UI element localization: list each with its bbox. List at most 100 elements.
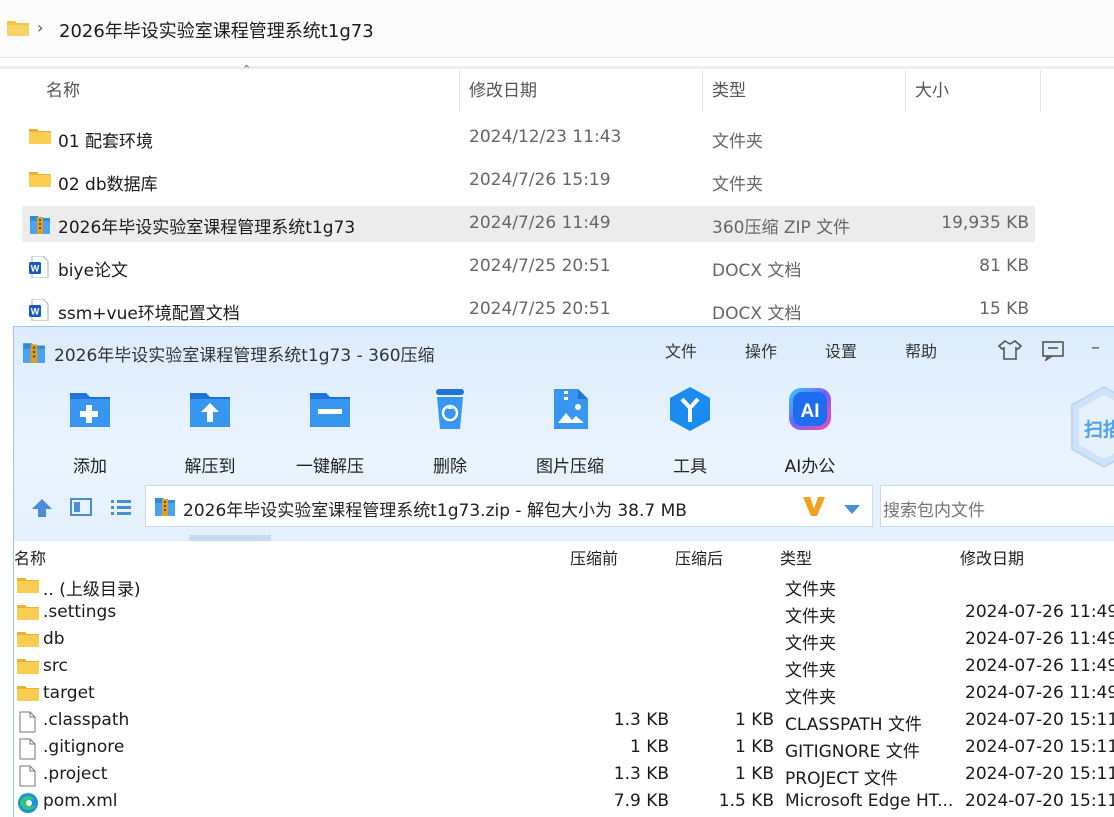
file-date: 2024/12/23 11:43 [469, 127, 622, 147]
file-type: 文件夹 [712, 132, 763, 152]
item-name: .settings [43, 602, 117, 622]
item-type: 文件夹 [785, 661, 836, 681]
up-arrow-icon[interactable] [30, 497, 54, 523]
item-size-after: 1 KB [734, 737, 774, 757]
menu-help[interactable]: 帮助 [905, 338, 937, 362]
list-item[interactable]: .project 1.3 KB 1 KB PROJECT 文件 2024-07-… [14, 762, 1114, 789]
file-row-selected[interactable]: 2026年毕设实验室课程管理系统t1g73 2024/7/26 11:49 36… [22, 206, 1035, 242]
folder-icon [17, 657, 39, 680]
file-row[interactable]: W ssm+vue环境配置文档 2024/7/25 20:51 DOCX 文档 … [22, 292, 1035, 328]
item-type: GITIGNORE 文件 [785, 742, 920, 762]
list-view-icon[interactable] [110, 497, 132, 521]
file-row[interactable]: W biye论文 2024/7/25 20:51 DOCX 文档 81 KB [22, 249, 1035, 285]
list-item[interactable]: .classpath 1.3 KB 1 KB CLASSPATH 文件 2024… [14, 708, 1114, 735]
tool-label: 删除 [433, 457, 467, 477]
explorer-column-header: 名称 修改日期 类型 大小 [0, 70, 1114, 112]
column-header-date[interactable]: 修改日期 [469, 70, 537, 112]
list-item[interactable]: .settings 文件夹 2024-07-26 11:49 [14, 600, 1114, 627]
column-header-size[interactable]: 大小 [915, 70, 949, 112]
chevron-down-icon[interactable] [843, 501, 861, 520]
list-item[interactable]: pom.xml 7.9 KB 1.5 KB Microsoft Edge HT.… [14, 789, 1114, 816]
folder-icon [17, 630, 39, 653]
add-icon [66, 385, 114, 433]
chevron-right-icon[interactable]: › [37, 18, 43, 37]
file-date: 2024/7/25 20:51 [469, 299, 611, 319]
column-header-after[interactable]: 压缩后 [675, 545, 723, 569]
folder-icon [29, 127, 51, 150]
zip-file-list: 名称 压缩前 压缩后 类型 修改日期 .. (上级目录) 文件夹 .settin… [14, 541, 1114, 817]
tool-label: AI办公 [784, 457, 836, 477]
menu-file[interactable]: 文件 [665, 338, 697, 362]
folder-icon [17, 684, 39, 707]
zip-toolbar-area: 2026年毕设实验室课程管理系统t1g73 - 360压缩 文件 操作 设置 帮… [14, 327, 1114, 541]
column-header-modified[interactable]: 修改日期 [960, 545, 1024, 569]
file-type: DOCX 文档 [712, 304, 802, 324]
file-size: 81 KB [979, 256, 1029, 276]
column-header-name[interactable]: 名称 [14, 545, 46, 569]
minimize-icon[interactable]: – [1091, 337, 1100, 358]
divider [0, 66, 1114, 69]
delete-icon [426, 385, 474, 433]
window-title: 2026年毕设实验室课程管理系统t1g73 - 360压缩 [54, 346, 435, 366]
menu-settings[interactable]: 设置 [825, 338, 857, 362]
file-name: ssm+vue环境配置文档 [58, 304, 240, 324]
menu-operation[interactable]: 操作 [745, 338, 777, 362]
column-header-name[interactable]: 名称 [46, 70, 80, 112]
file-row[interactable]: 02 db数据库 2024/7/26 15:19 文件夹 [22, 163, 1035, 199]
folder-icon [29, 170, 51, 193]
file-name: 2026年毕设实验室课程管理系统t1g73 [58, 218, 356, 238]
item-size-before: 1.3 KB [613, 764, 669, 784]
word-doc-icon: W [29, 255, 49, 283]
list-item[interactable]: src 文件夹 2024-07-26 11:49 [14, 654, 1114, 681]
zip-archive-icon [22, 340, 46, 368]
file-row[interactable]: 01 配套环境 2024/12/23 11:43 文件夹 [22, 120, 1035, 156]
ai-office-icon: AI [786, 385, 834, 433]
archive-path-text: 2026年毕设实验室课程管理系统t1g73.zip - 解包大小为 38.7 M… [183, 501, 687, 521]
column-divider[interactable] [459, 70, 460, 112]
item-size-before: 1.3 KB [613, 710, 669, 730]
tool-label: 工具 [673, 457, 707, 477]
item-name: .classpath [43, 710, 130, 730]
address-bar[interactable]: › 2026年毕设实验室课程管理系统t1g73 [0, 0, 1114, 58]
item-modified: 2024-07-26 11:49 [965, 683, 1114, 703]
image-compress-icon [546, 385, 594, 433]
item-name: target [43, 683, 95, 703]
breadcrumb[interactable]: 2026年毕设实验室课程管理系统t1g73 [59, 17, 374, 43]
feedback-icon[interactable] [1041, 339, 1065, 365]
file-type: DOCX 文档 [712, 261, 802, 281]
list-item[interactable]: .gitignore 1 KB 1 KB GITIGNORE 文件 2024-0… [14, 735, 1114, 762]
column-divider[interactable] [1040, 70, 1041, 112]
item-modified: 2024-07-26 11:49 [965, 656, 1114, 676]
item-type: 文件夹 [785, 607, 836, 627]
tools-icon [666, 385, 714, 433]
list-item[interactable]: db 文件夹 2024-07-26 11:49 [14, 627, 1114, 654]
zip-archive-icon [154, 495, 176, 521]
item-name: db [43, 629, 65, 649]
search-input[interactable] [880, 485, 1114, 527]
folder-icon [17, 576, 39, 599]
scan-button[interactable]: 扫描 [1069, 383, 1114, 471]
skin-icon[interactable] [997, 339, 1023, 365]
list-item[interactable]: .. (上级目录) 文件夹 [14, 573, 1114, 600]
column-header-type[interactable]: 类型 [712, 70, 746, 112]
item-modified: 2024-07-20 15:11 [965, 737, 1114, 757]
item-type: CLASSPATH 文件 [785, 715, 922, 735]
list-item[interactable]: target 文件夹 2024-07-26 11:49 [14, 681, 1114, 708]
item-modified: 2024-07-20 15:11 [965, 791, 1114, 811]
item-type: 文件夹 [785, 634, 836, 654]
column-divider[interactable] [702, 70, 703, 112]
folder-icon [17, 603, 39, 626]
thumbnail-view-icon[interactable] [70, 497, 92, 521]
column-divider[interactable] [905, 70, 906, 112]
column-header-type[interactable]: 类型 [780, 545, 812, 569]
column-header-before[interactable]: 压缩前 [570, 545, 618, 569]
svg-text:W: W [31, 307, 40, 317]
item-name: src [43, 656, 68, 676]
item-type: 文件夹 [785, 688, 836, 708]
v-logo-icon[interactable] [802, 495, 826, 521]
item-name: pom.xml [43, 791, 118, 811]
file-date: 2024/7/26 11:49 [469, 213, 611, 233]
item-modified: 2024-07-26 11:49 [965, 629, 1114, 649]
file-date: 2024/7/26 15:19 [469, 170, 611, 190]
archive-path-field[interactable]: 2026年毕设实验室课程管理系统t1g73.zip - 解包大小为 38.7 M… [145, 485, 873, 527]
